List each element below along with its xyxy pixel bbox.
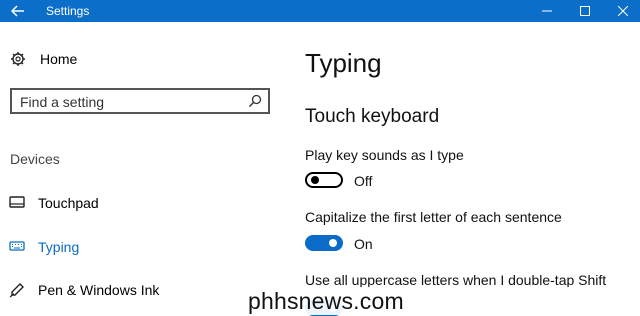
maximize-button[interactable] bbox=[568, 0, 602, 22]
maximize-icon bbox=[580, 6, 590, 16]
watermark-text: phhsnews.com bbox=[248, 287, 404, 314]
gear-icon bbox=[11, 52, 25, 66]
toggle-knob bbox=[311, 176, 319, 184]
page-title: Typing bbox=[305, 48, 382, 78]
setting-label-uppercase: Use all uppercase letters when I double-… bbox=[305, 272, 607, 288]
sidebar-item-home[interactable]: Home bbox=[10, 48, 77, 70]
capitalize-state: On bbox=[354, 236, 373, 252]
setting-label-capitalize: Capitalize the first letter of each sent… bbox=[305, 209, 562, 225]
window-title: Settings bbox=[46, 4, 90, 18]
close-icon bbox=[618, 6, 628, 16]
minimize-button[interactable] bbox=[530, 0, 564, 22]
home-label: Home bbox=[40, 51, 78, 67]
title-bar: Settings bbox=[0, 0, 640, 22]
keyboard-icon bbox=[9, 241, 25, 251]
sidebar-item-label: Touchpad bbox=[38, 195, 99, 211]
pen-icon bbox=[9, 283, 24, 298]
back-icon bbox=[11, 5, 24, 17]
toggle-knob bbox=[329, 239, 337, 247]
key-sounds-state: Off bbox=[354, 173, 373, 189]
search-icon[interactable] bbox=[248, 94, 262, 108]
sidebar-item-label: Pen & Windows Ink bbox=[38, 282, 160, 298]
capitalize-toggle[interactable] bbox=[305, 235, 343, 251]
search-input[interactable] bbox=[20, 93, 240, 111]
search-box[interactable] bbox=[10, 88, 270, 114]
sidebar-item-label: Typing bbox=[38, 239, 80, 255]
key-sounds-toggle[interactable] bbox=[305, 172, 343, 188]
sidebar-item-typing[interactable]: Typing bbox=[0, 234, 280, 260]
touchpad-icon bbox=[9, 196, 25, 208]
minimize-icon bbox=[542, 10, 552, 12]
close-button[interactable] bbox=[606, 0, 640, 22]
back-button[interactable] bbox=[0, 0, 36, 22]
setting-label-key-sounds: Play key sounds as I type bbox=[305, 147, 464, 163]
watermark: phhsnews.com bbox=[236, 287, 640, 315]
section-label-devices: Devices bbox=[10, 151, 60, 167]
group-title: Touch keyboard bbox=[305, 106, 440, 127]
sidebar-item-touchpad[interactable]: Touchpad bbox=[0, 190, 280, 216]
